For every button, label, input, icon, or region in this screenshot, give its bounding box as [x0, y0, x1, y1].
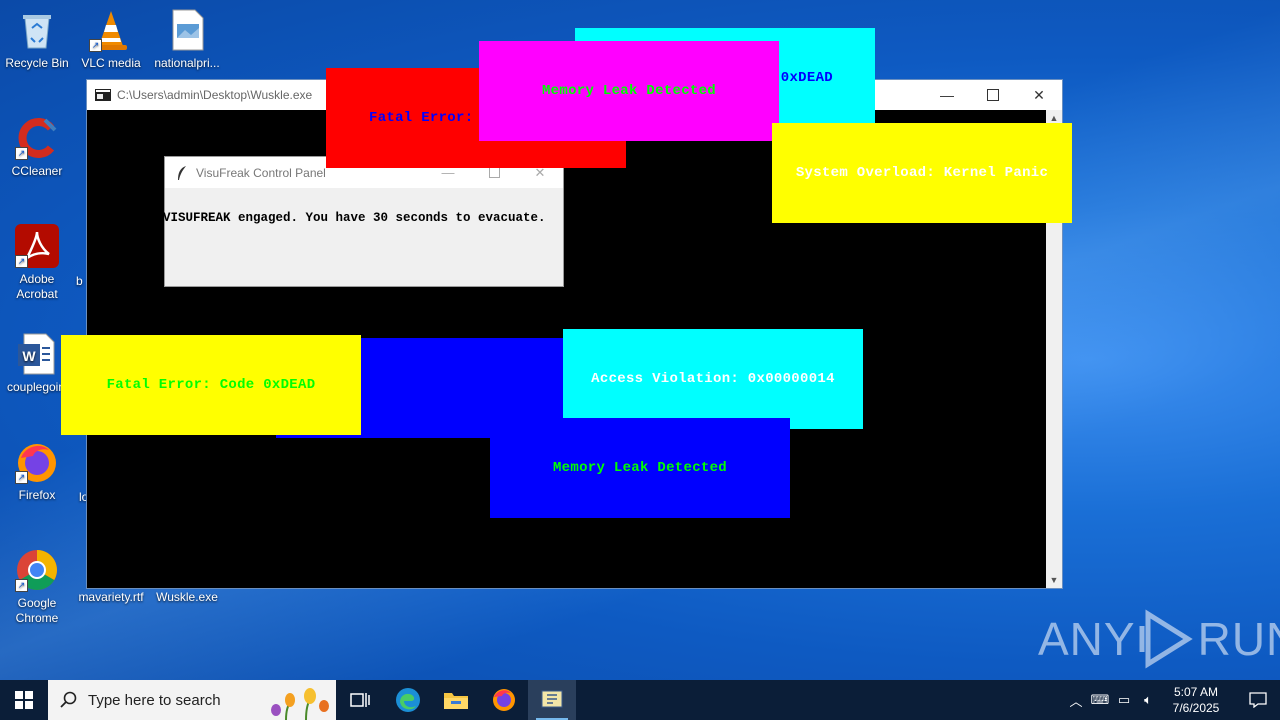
task-view-button[interactable]: [336, 680, 384, 720]
system-tray: ︿ ⌨ ▭ 🔈︎ 5:07 AM 7/6/2025: [1064, 680, 1280, 720]
chrome-icon: ↗: [15, 548, 59, 592]
desktop-icon-label: mavariety.rtf: [78, 590, 144, 604]
desktop-icon-label: VLC media: [81, 56, 141, 70]
firefox-icon: ↗: [15, 440, 59, 484]
popup-text: Fatal Error:: [369, 110, 474, 126]
folder-icon: [444, 693, 468, 709]
vlc-cone-icon: ↗: [89, 8, 133, 52]
taskbar: ︿ ⌨ ▭ 🔈︎ 5:07 AM 7/6/2025: [0, 680, 1280, 720]
taskbar-file-explorer-button[interactable]: [432, 680, 480, 720]
search-icon: [60, 691, 77, 708]
watermark-text-left: ANY: [1038, 613, 1136, 665]
taskbar-wuskle-button[interactable]: [528, 680, 576, 720]
clock[interactable]: 5:07 AM 7/6/2025: [1166, 684, 1226, 716]
close-icon: ✕: [1033, 86, 1045, 103]
tulip-flowers-icon: [271, 688, 329, 720]
search-input[interactable]: [86, 690, 270, 710]
visufreak-control-panel-window[interactable]: VisuFreak Control Panel — ✕ VISUFREAK en…: [163, 156, 564, 287]
popup-system-overload: System Overload: Kernel Panic: [772, 123, 1072, 223]
popup-memory-leak-blue: Memory Leak Detected: [490, 418, 790, 518]
desktop-icon-mavariety[interactable]: mavariety.rtf: [75, 590, 147, 605]
dialog-message: VISUFREAK engaged. You have 30 seconds t…: [163, 211, 546, 225]
firefox-icon: [493, 689, 515, 711]
ccleaner-icon: ↗: [15, 116, 59, 160]
anyrun-watermark: ANY RUN: [1038, 608, 1280, 670]
play-triangle-logo-icon: [1139, 609, 1193, 669]
desktop-icon-label: Recycle Bin: [5, 56, 69, 70]
desktop-icon-label: Google Chrome: [15, 596, 59, 625]
desktop-icon-label: CCleaner: [11, 164, 63, 178]
svg-text:W: W: [22, 348, 36, 364]
popup-text: System Overload: Kernel Panic: [795, 165, 1049, 181]
popup-text: Memory Leak Detected: [552, 460, 728, 476]
shortcut-arrow-icon: ↗: [15, 255, 28, 268]
taskbar-edge-button[interactable]: [384, 680, 432, 720]
desktop-icon-label: nationalpri...: [154, 56, 220, 70]
popup-access-violation: Access Violation: 0x00000014: [563, 329, 863, 429]
taskbar-search-box[interactable]: [48, 680, 336, 720]
popup-memory-leak-magenta: Memory Leak Detected: [479, 41, 779, 141]
desktop-icon-google-chrome[interactable]: ↗ Google Chrome: [1, 548, 73, 626]
image-file-icon: [165, 8, 209, 52]
watermark-text-right: RUN: [1197, 613, 1280, 665]
start-button[interactable]: [0, 680, 48, 720]
maximize-icon: [488, 167, 500, 178]
desktop-icon-recycle-bin[interactable]: Recycle Bin: [1, 8, 73, 71]
shortcut-arrow-icon: ↗: [15, 471, 28, 484]
popup-text: Access Violation: 0x00000014: [591, 371, 835, 387]
task-view-icon: [350, 693, 370, 707]
chevron-up-icon[interactable]: ︿: [1064, 691, 1088, 710]
desktop-icon-nationalpri[interactable]: nationalpri...: [151, 8, 223, 71]
scroll-down-arrow-icon[interactable]: ▼: [1046, 572, 1062, 588]
recycle-bin-icon: [15, 8, 59, 52]
desktop-icon-firefox[interactable]: ↗ Firefox: [1, 440, 73, 503]
popup-text: Fatal Error: Code 0xDEAD: [106, 377, 316, 393]
meet-now-icon[interactable]: ⌨: [1088, 692, 1112, 708]
notification-icon: [1249, 692, 1267, 708]
edge-icon: [396, 688, 420, 712]
shortcut-arrow-icon: ↗: [15, 147, 28, 160]
desktop-icon-label: Wuskle.exe: [156, 590, 218, 604]
shortcut-arrow-icon: ↗: [15, 579, 28, 592]
desktop-icon-wuskle[interactable]: Wuskle.exe: [151, 590, 223, 605]
shortcut-arrow-icon: ↗: [89, 39, 102, 52]
minimize-button[interactable]: —: [924, 80, 970, 110]
windows-logo-icon: [15, 691, 33, 709]
desktop-icon-label: Firefox: [18, 488, 56, 502]
notification-center-button[interactable]: [1236, 680, 1280, 720]
minimize-icon: —: [940, 87, 954, 103]
desktop-icon-ccleaner[interactable]: ↗ CCleaner: [1, 116, 73, 179]
popup-fatal-error-yellow: Fatal Error: Code 0xDEAD: [61, 335, 361, 435]
acrobat-icon: ↗: [15, 224, 59, 268]
clock-date: 7/6/2025: [1172, 701, 1220, 715]
python-app-icon: [541, 690, 563, 708]
desktop-icon-adobe-acrobat[interactable]: ↗ Adobe Acrobat: [1, 224, 73, 302]
feather-icon: [178, 165, 186, 180]
popup-text: Memory Leak Detected: [541, 83, 717, 99]
popup-text: 0xDEAD: [780, 70, 833, 86]
console-app-icon: [95, 89, 111, 101]
network-icon[interactable]: ▭: [1112, 692, 1136, 708]
clock-time: 5:07 AM: [1173, 685, 1219, 699]
word-document-icon: W: [14, 332, 58, 376]
taskbar-firefox-button[interactable]: [480, 680, 528, 720]
close-button[interactable]: ✕: [1016, 80, 1062, 110]
maximize-icon: [987, 89, 999, 101]
desktop-icon-vlc[interactable]: ↗ VLC media: [75, 8, 147, 71]
volume-icon[interactable]: 🔈︎: [1136, 692, 1160, 708]
maximize-button[interactable]: [970, 80, 1016, 110]
desktop-icon-label: Adobe Acrobat: [16, 272, 58, 301]
